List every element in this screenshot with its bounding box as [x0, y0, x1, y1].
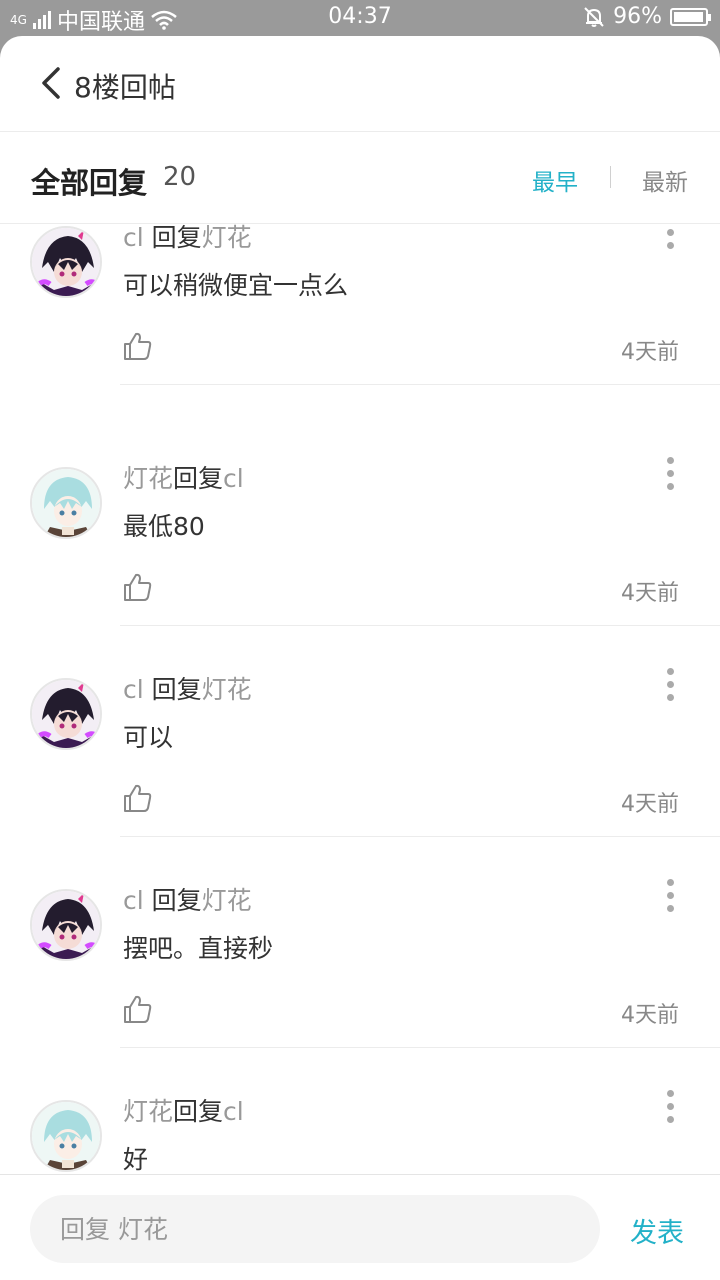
- battery-percent: 96%: [613, 4, 662, 29]
- publish-button[interactable]: 发表: [630, 1211, 684, 1250]
- comment-text: 可以: [123, 723, 174, 752]
- more-options-icon[interactable]: [664, 879, 676, 919]
- comment-time: 4天前: [621, 340, 679, 365]
- sort-newest-tab[interactable]: 最新: [642, 163, 688, 197]
- reply-word: 回复: [151, 224, 202, 252]
- divider: [120, 836, 720, 837]
- reply-target[interactable]: cl: [223, 464, 244, 493]
- more-options-icon[interactable]: [664, 224, 676, 256]
- battery-icon: [670, 7, 711, 26]
- reply-word: 回复: [173, 1097, 224, 1126]
- reply-word: 回复: [151, 886, 202, 915]
- comment-header: 灯花回复cl: [123, 1092, 244, 1128]
- comment-author[interactable]: cl: [123, 886, 144, 915]
- reply-target[interactable]: 灯花: [202, 224, 252, 252]
- comment-header: cl 回复灯花: [123, 881, 252, 917]
- more-options-icon[interactable]: [664, 1090, 676, 1130]
- reply-count: 20: [163, 162, 197, 192]
- page-title: 8楼回帖: [74, 71, 176, 104]
- status-bar: 4G 中国联通 04:37 96%: [0, 0, 720, 36]
- comment-item: 灯花回复cl 好: [0, 1090, 720, 1174]
- back-arrow-icon[interactable]: [38, 66, 64, 100]
- comment-list: cl 回复灯花 可以稍微便宜一点么 4天前 灯花回复cl 最低80 4天前 cl…: [0, 224, 720, 1174]
- comment-time: 4天前: [621, 1003, 679, 1028]
- comment-item: cl 回复灯花 可以 4天前: [0, 668, 720, 889]
- reply-word: 回复: [173, 464, 224, 493]
- comment-time: 4天前: [621, 792, 679, 817]
- reply-input[interactable]: [30, 1195, 600, 1263]
- bell-off-icon: [584, 6, 604, 27]
- comment-author[interactable]: cl: [123, 675, 144, 704]
- reply-target[interactable]: 灯花: [202, 675, 252, 704]
- reply-target[interactable]: cl: [223, 1097, 244, 1126]
- all-replies-label: 全部回复: [31, 166, 148, 200]
- thumbs-up-icon[interactable]: [122, 993, 154, 1025]
- user-avatar[interactable]: [30, 1100, 102, 1172]
- comment-text: 可以稍微便宜一点么: [123, 271, 349, 300]
- comment-text: 摆吧。直接秒: [123, 934, 274, 963]
- top-bar: 8楼回帖: [0, 36, 720, 132]
- more-options-icon[interactable]: [664, 668, 676, 708]
- user-avatar[interactable]: [30, 889, 102, 961]
- thumbs-up-icon[interactable]: [122, 782, 154, 814]
- reply-target[interactable]: 灯花: [202, 886, 252, 915]
- sort-earliest-tab[interactable]: 最早: [532, 163, 578, 197]
- comment-author[interactable]: 灯花: [123, 1097, 173, 1126]
- user-avatar[interactable]: [30, 226, 102, 298]
- comment-header: cl 回复灯花: [123, 670, 252, 706]
- comment-text: 最低80: [123, 512, 205, 541]
- comment-author[interactable]: 灯花: [123, 464, 173, 493]
- divider: [120, 1047, 720, 1048]
- sort-bar: 全部回复 20 最早 最新: [0, 132, 720, 224]
- comment-item: cl 回复灯花 摆吧。直接秒 4天前: [0, 879, 720, 1100]
- sort-divider: [610, 166, 611, 188]
- divider: [120, 625, 720, 626]
- comment-item: cl 回复灯花 可以稍微便宜一点么 4天前: [0, 224, 720, 437]
- comment-text: 好: [123, 1145, 149, 1174]
- comment-header: 灯花回复cl: [123, 459, 244, 495]
- thumbs-up-icon[interactable]: [122, 571, 154, 603]
- reply-composer: 发表: [0, 1174, 720, 1280]
- more-options-icon[interactable]: [664, 457, 676, 497]
- comment-time: 4天前: [621, 581, 679, 606]
- comment-author[interactable]: cl: [123, 224, 144, 252]
- user-avatar[interactable]: [30, 678, 102, 750]
- divider: [120, 384, 720, 385]
- comment-header: cl 回复灯花: [123, 224, 252, 254]
- thumbs-up-icon[interactable]: [122, 330, 154, 362]
- reply-sheet: 8楼回帖 全部回复 20 最早 最新 cl 回复灯花 可以稍微便宜一点么 4天前…: [0, 36, 720, 1280]
- status-right: 96%: [583, 4, 711, 29]
- user-avatar[interactable]: [30, 467, 102, 539]
- comment-item: 灯花回复cl 最低80 4天前: [0, 457, 720, 678]
- reply-word: 回复: [151, 675, 202, 704]
